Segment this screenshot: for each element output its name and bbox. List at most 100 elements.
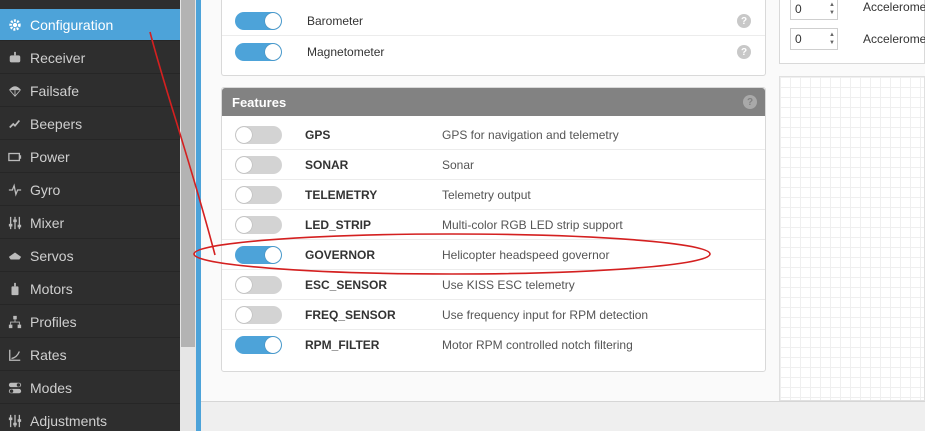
- sidebar-item-servos[interactable]: Servos: [0, 240, 180, 272]
- toggle-knob: [265, 12, 281, 29]
- sliders-icon: [0, 216, 30, 230]
- feature-name: TELEMETRY: [305, 187, 378, 202]
- toggle-icon: [0, 381, 30, 395]
- sidebar-item-label: Profiles: [30, 313, 77, 330]
- spinner-arrows-icon[interactable]: ▲ ▼: [829, 1, 835, 17]
- feature-row-freq-sensor: FREQ_SENSOR Use frequency input for RPM …: [222, 300, 765, 330]
- sidebar-item-power[interactable]: Power: [0, 141, 180, 173]
- toggle-knob: [236, 126, 252, 143]
- sidebar-item-label: Adjustments: [30, 412, 108, 429]
- help-icon[interactable]: ?: [743, 95, 757, 109]
- feature-name: LED_STRIP: [305, 217, 372, 232]
- feature-description: Use frequency input for RPM detection: [442, 307, 649, 322]
- feature-row-telemetry: TELEMETRY Telemetry output: [222, 180, 765, 210]
- features-title: Features: [232, 94, 287, 110]
- feature-row-sonar: SONAR Sonar: [222, 150, 765, 180]
- esc-sensor-toggle[interactable]: [235, 275, 282, 294]
- help-icon[interactable]: ?: [737, 14, 751, 28]
- toggle-knob: [265, 246, 281, 263]
- sidebar-item-failsafe[interactable]: Failsafe: [0, 75, 180, 107]
- sidebar-item-adjustments[interactable]: Adjustments: [0, 405, 180, 431]
- led-strip-toggle[interactable]: [235, 215, 282, 234]
- feature-description: Multi-color RGB LED strip support: [442, 217, 623, 232]
- sensor-row-magnetometer: Magnetometer ?: [222, 37, 765, 67]
- feature-description: Telemetry output: [442, 187, 531, 202]
- parachute-icon: [0, 84, 30, 98]
- feature-row-rpm-filter: RPM_FILTER Motor RPM controlled notch fi…: [222, 330, 765, 360]
- features-panel: Features ? GPS GPS for navigation and te…: [221, 87, 766, 372]
- feature-name: ESC_SENSOR: [305, 277, 388, 292]
- pulse-icon: [0, 182, 30, 197]
- accelerometer-trim-panel: 0 ▲ ▼ Acceleromet 0 ▲ ▼ Acceleromet: [779, 0, 925, 64]
- toggle-knob: [236, 276, 252, 293]
- feature-description: Use KISS ESC telemetry: [442, 277, 575, 292]
- trim-value: 0: [795, 2, 802, 16]
- toggle-knob: [265, 44, 281, 60]
- sensor-label: Barometer: [307, 13, 364, 28]
- spinner-arrows-icon[interactable]: ▲ ▼: [829, 31, 835, 47]
- beeper-icon: [0, 117, 30, 131]
- governor-toggle[interactable]: [235, 245, 282, 264]
- sidebar-item-label: Mixer: [30, 214, 65, 231]
- feature-row-governor: GOVERNOR Helicopter headspeed governor: [222, 240, 765, 270]
- feature-description: Sonar: [442, 157, 475, 172]
- toggle-knob: [236, 306, 252, 323]
- sensor-row-barometer: Barometer ?: [222, 6, 765, 36]
- sidebar: Configuration Receiver Failsafe Beepers …: [0, 0, 180, 431]
- accelerometer-label: Acceleromet: [863, 0, 925, 14]
- feature-name: GOVERNOR: [305, 247, 376, 262]
- rates-icon: [0, 348, 30, 362]
- sidebar-item-rates[interactable]: Rates: [0, 339, 180, 371]
- adjust-icon: [0, 414, 30, 428]
- sensor-label: Magnetometer: [307, 45, 385, 59]
- feature-row-esc-sensor: ESC_SENSOR Use KISS ESC telemetry: [222, 270, 765, 300]
- rpm-filter-toggle[interactable]: [235, 336, 282, 354]
- sidebar-item-label: Rates: [30, 346, 67, 363]
- toggle-knob: [236, 156, 252, 173]
- feature-row-led-strip: LED_STRIP Multi-color RGB LED strip supp…: [222, 210, 765, 240]
- toggle-knob: [236, 216, 252, 233]
- sidebar-item-label: Failsafe: [30, 82, 80, 99]
- configuration-content: Barometer ? Magnetometer ? Features ? GP…: [201, 0, 925, 431]
- sidebar-item-beepers[interactable]: Beepers: [0, 108, 180, 140]
- toggle-knob: [265, 337, 281, 353]
- sidebar-item-label: Servos: [30, 247, 74, 264]
- telemetry-toggle[interactable]: [235, 185, 282, 204]
- sidebar-item-modes[interactable]: Modes: [0, 372, 180, 404]
- magnetometer-toggle[interactable]: [235, 43, 282, 61]
- sidebar-item-label: Receiver: [30, 49, 86, 66]
- features-header: Features ?: [222, 88, 765, 116]
- battery-icon: [0, 150, 30, 164]
- sidebar-item-configuration[interactable]: Configuration: [0, 9, 180, 41]
- sidebar-item-label: Motors: [30, 280, 73, 297]
- feature-name: RPM_FILTER: [305, 338, 380, 352]
- servo-icon: [0, 249, 30, 263]
- sidebar-item-label: Configuration: [30, 16, 114, 33]
- receiver-icon: [0, 51, 30, 65]
- accelerometer-label: Acceleromet: [863, 32, 925, 46]
- motor-icon: [0, 282, 30, 296]
- sidebar-item-receiver[interactable]: Receiver: [0, 42, 180, 74]
- sidebar-item-motors[interactable]: Motors: [0, 273, 180, 305]
- toggle-knob: [236, 186, 252, 203]
- sensors-panel: Barometer ? Magnetometer ?: [221, 0, 766, 76]
- sidebar-scrollbar-thumb[interactable]: [181, 0, 195, 347]
- trim-value: 0: [795, 32, 802, 46]
- sidebar-item-label: Power: [30, 148, 70, 165]
- barometer-toggle[interactable]: [235, 11, 282, 30]
- feature-name: GPS: [305, 127, 331, 142]
- sidebar-item-profiles[interactable]: Profiles: [0, 306, 180, 338]
- accelerometer-trim-input[interactable]: 0 ▲ ▼: [790, 28, 838, 50]
- sidebar-item-gyro[interactable]: Gyro: [0, 174, 180, 206]
- accelerometer-trim-input[interactable]: 0 ▲ ▼: [790, 0, 838, 20]
- help-icon[interactable]: ?: [737, 45, 751, 59]
- feature-name: SONAR: [305, 157, 349, 172]
- sidebar-item-label: Modes: [30, 379, 73, 396]
- freq-sensor-toggle[interactable]: [235, 305, 282, 324]
- sonar-toggle[interactable]: [235, 155, 282, 174]
- feature-description: GPS for navigation and telemetry: [442, 127, 619, 142]
- sidebar-item-mixer[interactable]: Mixer: [0, 207, 180, 239]
- gps-toggle[interactable]: [235, 125, 282, 144]
- bottom-toolbar: [201, 401, 925, 431]
- sidebar-scrollbar[interactable]: [180, 0, 196, 431]
